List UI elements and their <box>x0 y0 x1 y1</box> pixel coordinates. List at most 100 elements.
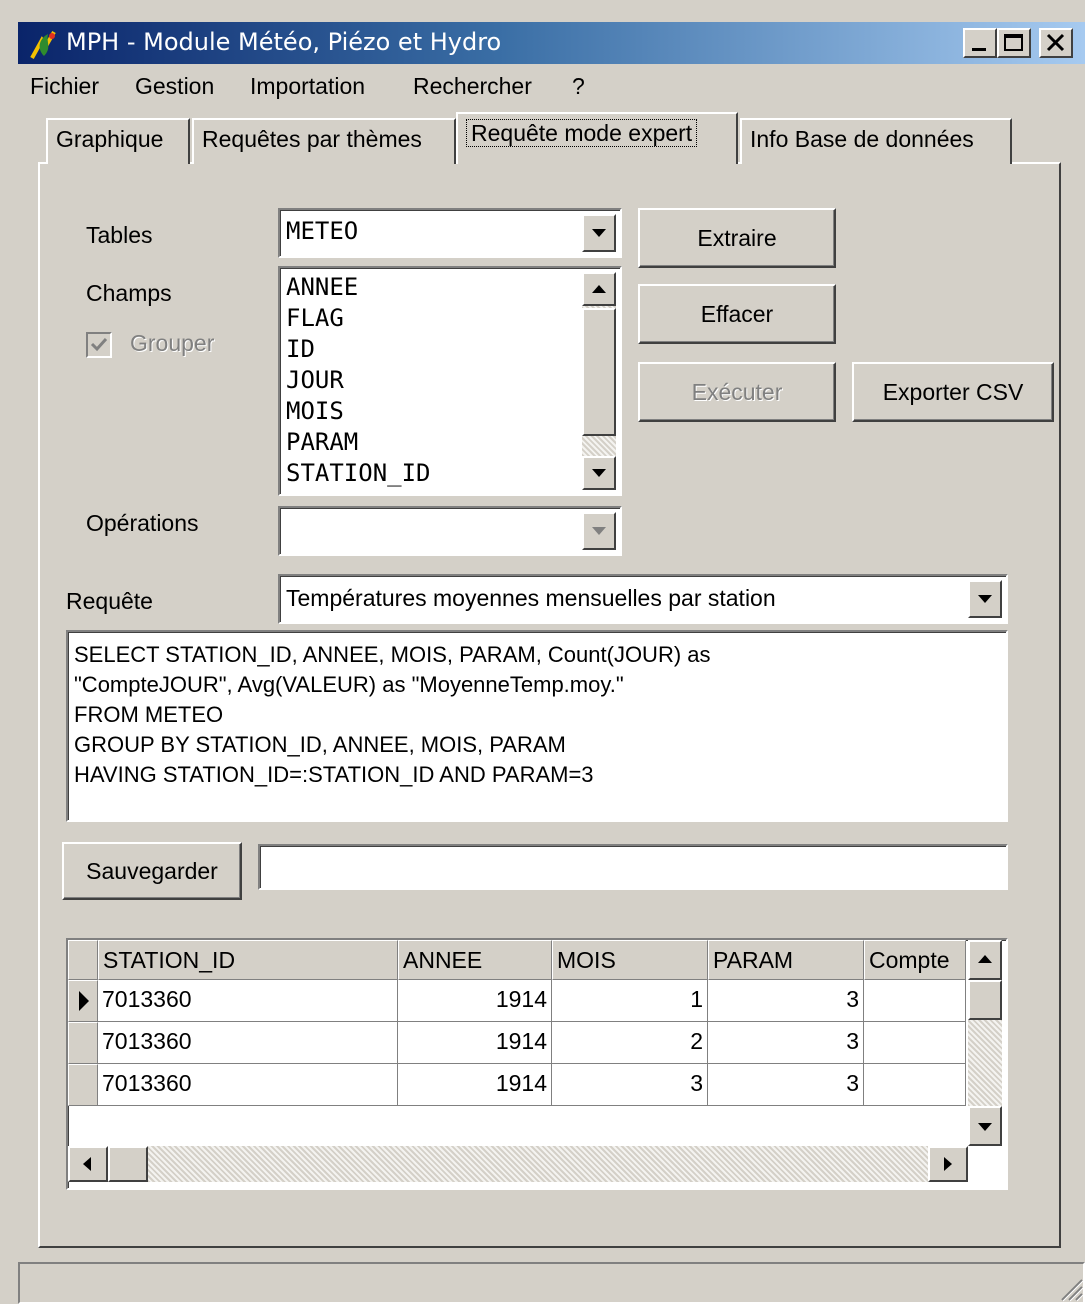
table-cell[interactable]: 1914 <box>398 1022 552 1064</box>
requete-dropdown-button[interactable] <box>968 580 1002 618</box>
row-indicator[interactable] <box>68 1064 98 1106</box>
current-row-arrow-icon <box>79 991 89 1011</box>
tables-dropdown-button[interactable] <box>582 214 616 252</box>
table-cell[interactable]: 1914 <box>398 980 552 1022</box>
table-cell[interactable]: 3 <box>708 1064 864 1106</box>
tab-label: Info Base de données <box>750 126 974 152</box>
champs-list: ANNEE FLAG ID JOUR MOIS PARAM STATION_ID <box>286 272 431 489</box>
sql-editor[interactable]: SELECT STATION_ID, ANNEE, MOIS, PARAM, C… <box>66 630 1008 822</box>
scroll-thumb[interactable] <box>582 308 616 436</box>
sql-line: HAVING STATION_ID=:STATION_ID AND PARAM=… <box>74 762 594 787</box>
executer-button[interactable]: Exécuter <box>638 362 836 422</box>
window-title: MPH - Module Météo, Piézo et Hydro <box>66 28 502 56</box>
results-grid[interactable]: STATION_ID ANNEE MOIS PARAM Compte 70133… <box>66 938 1008 1190</box>
maximize-icon <box>1004 34 1023 51</box>
menu-importation[interactable]: Importation <box>250 73 365 100</box>
close-icon <box>1046 33 1065 52</box>
requete-label: Requête <box>66 588 153 614</box>
minimize-icon <box>972 48 986 51</box>
chevron-down-icon <box>592 469 606 477</box>
chevron-down-icon <box>978 1123 992 1131</box>
operations-combobox[interactable] <box>278 506 622 556</box>
close-button[interactable] <box>1039 28 1073 58</box>
sql-line: SELECT STATION_ID, ANNEE, MOIS, PARAM, C… <box>74 642 711 667</box>
table-cell[interactable]: 3 <box>708 980 864 1022</box>
list-item[interactable]: FLAG <box>286 303 431 334</box>
operations-label: Opérations <box>86 510 199 536</box>
maximize-button[interactable] <box>997 28 1031 58</box>
sql-line: FROM METEO <box>74 702 224 727</box>
status-bar <box>18 1262 1085 1304</box>
list-item[interactable]: JOUR <box>286 365 431 396</box>
checkmark-icon <box>90 337 108 352</box>
grid-corner <box>68 940 98 980</box>
table-cell[interactable]: 7013360 <box>98 980 398 1022</box>
save-name-input[interactable] <box>258 844 1008 890</box>
minimize-button[interactable] <box>963 28 997 58</box>
list-item[interactable]: STATION_ID <box>286 458 431 489</box>
list-item[interactable]: ANNEE <box>286 272 431 303</box>
grid-horizontal-scrollbar[interactable] <box>68 1146 968 1182</box>
menu-help[interactable]: ? <box>572 73 585 100</box>
operations-dropdown-button[interactable] <box>582 512 616 550</box>
table-cell[interactable]: 2 <box>552 1022 708 1064</box>
table-cell[interactable] <box>864 1064 966 1106</box>
grid-scroll-thumb[interactable] <box>968 980 1002 1020</box>
list-item[interactable]: ID <box>286 334 431 365</box>
tab-graphique[interactable]: Graphique <box>46 118 190 164</box>
grouper-checkbox[interactable] <box>86 332 112 358</box>
tab-requete-mode-expert[interactable]: Requête mode expert <box>456 112 738 164</box>
champs-listbox[interactable]: ANNEE FLAG ID JOUR MOIS PARAM STATION_ID <box>278 266 622 496</box>
table-cell[interactable]: 7013360 <box>98 1022 398 1064</box>
tables-value: METEO <box>286 217 359 245</box>
column-header-mois[interactable]: MOIS <box>552 940 708 980</box>
table-cell[interactable]: 1914 <box>398 1064 552 1106</box>
chevron-up-icon <box>592 285 606 293</box>
exporter-csv-button[interactable]: Exporter CSV <box>852 362 1054 422</box>
effacer-button[interactable]: Effacer <box>638 284 836 344</box>
tab-info-base-de-donnees[interactable]: Info Base de données <box>740 118 1012 164</box>
tab-label: Requête mode expert <box>466 119 698 147</box>
column-header-param[interactable]: PARAM <box>708 940 864 980</box>
scroll-up-button[interactable] <box>582 272 616 306</box>
tab-requetes-par-themes[interactable]: Requêtes par thèmes <box>192 118 456 164</box>
table-cell[interactable] <box>864 1022 966 1064</box>
sql-line: "CompteJOUR", Avg(VALEUR) as "MoyenneTem… <box>74 672 624 697</box>
table-cell[interactable]: 3 <box>708 1022 864 1064</box>
sauvegarder-button[interactable]: Sauvegarder <box>62 842 242 900</box>
column-header-compte[interactable]: Compte <box>864 940 966 980</box>
requete-value: Températures moyennes mensuelles par sta… <box>286 585 776 611</box>
chevron-down-icon <box>592 527 606 535</box>
grid-scroll-right-button[interactable] <box>928 1146 968 1182</box>
table-cell[interactable]: 3 <box>552 1064 708 1106</box>
column-header-station-id[interactable]: STATION_ID <box>98 940 398 980</box>
list-item[interactable]: MOIS <box>286 396 431 427</box>
grouper-label: Grouper <box>130 330 215 356</box>
menu-gestion[interactable]: Gestion <box>135 73 214 100</box>
chevron-down-icon <box>592 229 606 237</box>
grid-scroll-left-button[interactable] <box>68 1146 108 1182</box>
app-icon[interactable] <box>26 26 62 62</box>
grid-scroll-down-button[interactable] <box>968 1106 1002 1146</box>
grid-scroll-up-button[interactable] <box>968 940 1002 980</box>
tab-label: Graphique <box>56 126 164 152</box>
row-indicator-current[interactable] <box>68 980 98 1022</box>
list-item[interactable]: PARAM <box>286 427 431 458</box>
tables-label: Tables <box>86 222 153 248</box>
table-cell[interactable] <box>864 980 966 1022</box>
menu-fichier[interactable]: Fichier <box>30 73 99 100</box>
grid-scroll-thumb-horizontal[interactable] <box>108 1146 148 1182</box>
extraire-button[interactable]: Extraire <box>638 208 836 268</box>
table-cell[interactable]: 1 <box>552 980 708 1022</box>
scroll-down-button[interactable] <box>582 456 616 490</box>
chevron-up-icon <box>978 955 992 963</box>
row-indicator[interactable] <box>68 1022 98 1064</box>
requete-combobox[interactable]: Températures moyennes mensuelles par sta… <box>278 574 1008 624</box>
table-cell[interactable]: 7013360 <box>98 1064 398 1106</box>
resize-grip-icon[interactable] <box>1056 1274 1084 1302</box>
chevron-right-icon <box>944 1157 952 1171</box>
sql-text: SELECT STATION_ID, ANNEE, MOIS, PARAM, C… <box>74 640 711 790</box>
tables-combobox[interactable]: METEO <box>278 208 622 258</box>
menu-rechercher[interactable]: Rechercher <box>413 73 532 100</box>
column-header-annee[interactable]: ANNEE <box>398 940 552 980</box>
